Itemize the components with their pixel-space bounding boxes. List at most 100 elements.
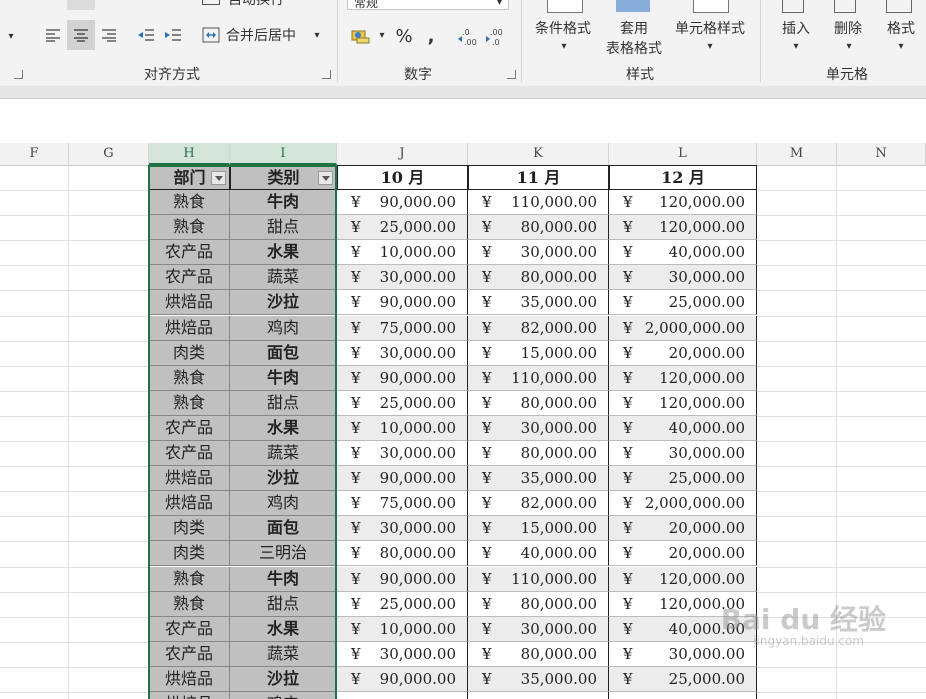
amount-cell[interactable]: ¥90,000.00	[337, 466, 468, 491]
category-cell[interactable]: 水果	[230, 416, 337, 441]
amount-cell[interactable]: ¥25,000.00	[609, 667, 757, 692]
amount-cell[interactable]: ¥120,000.00	[609, 190, 757, 215]
amount-cell[interactable]: ¥30,000.00	[609, 642, 757, 667]
dept-cell[interactable]: 农产品	[149, 441, 230, 466]
amount-cell[interactable]: ¥35,000.00	[468, 667, 609, 692]
category-cell[interactable]: 面包	[230, 341, 337, 366]
align-left-button[interactable]	[40, 22, 66, 48]
category-cell[interactable]: 蔬菜	[230, 441, 337, 466]
amount-cell[interactable]: ¥80,000.00	[468, 441, 609, 466]
amount-cell[interactable]: ¥25,000.00	[337, 215, 468, 240]
amount-cell[interactable]: ¥10,000.00	[337, 416, 468, 441]
dept-cell[interactable]: 肉类	[149, 341, 230, 366]
column-header-k[interactable]: K	[468, 143, 609, 165]
amount-cell[interactable]: ¥75,000.00	[337, 491, 468, 516]
amount-cell[interactable]: ¥80,000.00	[468, 642, 609, 667]
column-header-l[interactable]: L	[609, 143, 757, 165]
category-cell[interactable]: 甜点	[230, 592, 337, 617]
dept-cell[interactable]: 熟食	[149, 366, 230, 391]
table-format-button[interactable]: 套用 表格格式	[596, 18, 672, 58]
percent-button[interactable]: %	[392, 24, 416, 48]
amount-cell[interactable]: ¥15,000.00	[468, 341, 609, 366]
amount-cell[interactable]	[609, 692, 757, 699]
amount-cell[interactable]: ¥30,000.00	[609, 441, 757, 466]
amount-cell[interactable]: ¥120,000.00	[609, 391, 757, 416]
insert-dropdown[interactable]: ▾	[789, 38, 803, 54]
number-launcher-icon[interactable]	[507, 70, 516, 79]
amount-cell[interactable]	[468, 692, 609, 699]
amount-cell[interactable]: ¥30,000.00	[609, 265, 757, 290]
dept-cell[interactable]: 熟食	[149, 190, 230, 215]
filter-dropdown-icon[interactable]	[211, 171, 226, 185]
category-cell[interactable]: 三明治	[230, 541, 337, 566]
amount-cell[interactable]: ¥25,000.00	[609, 290, 757, 315]
amount-cell[interactable]: ¥30,000.00	[337, 642, 468, 667]
table-header-cell[interactable]: 类别	[230, 165, 337, 190]
conditional-format-dropdown[interactable]: ▾	[557, 38, 571, 54]
amount-cell[interactable]: ¥20,000.00	[609, 516, 757, 541]
amount-cell[interactable]: ¥30,000.00	[337, 265, 468, 290]
column-header-m[interactable]: M	[757, 143, 837, 165]
amount-cell[interactable]: ¥120,000.00	[609, 567, 757, 592]
delete-dropdown[interactable]: ▾	[842, 38, 856, 54]
dept-cell[interactable]: 烘焙品	[149, 466, 230, 491]
format-button[interactable]: 格式	[878, 18, 924, 38]
category-cell[interactable]: 甜点	[230, 391, 337, 416]
table-header-cell[interactable]: 10 月	[337, 165, 468, 190]
category-cell[interactable]: 沙拉	[230, 290, 337, 315]
amount-cell[interactable]: ¥20,000.00	[609, 541, 757, 566]
amount-cell[interactable]: ¥30,000.00	[337, 516, 468, 541]
conditional-format-button[interactable]: 条件格式	[528, 18, 598, 38]
amount-cell[interactable]	[337, 692, 468, 699]
align-settings-launcher-icon[interactable]	[322, 70, 331, 79]
dept-cell[interactable]: 烘焙品	[149, 290, 230, 315]
align-center-button[interactable]	[67, 20, 95, 50]
category-cell[interactable]: 牛肉	[230, 567, 337, 592]
category-cell[interactable]: 水果	[230, 617, 337, 642]
amount-cell[interactable]: ¥40,000.00	[609, 240, 757, 265]
amount-cell[interactable]: ¥2,000,000.00	[609, 491, 757, 516]
amount-cell[interactable]: ¥90,000.00	[337, 567, 468, 592]
amount-cell[interactable]: ¥25,000.00	[337, 391, 468, 416]
column-header-f[interactable]: F	[0, 143, 69, 165]
amount-cell[interactable]: ¥90,000.00	[337, 667, 468, 692]
decrease-indent-button[interactable]	[133, 22, 159, 48]
amount-cell[interactable]: ¥82,000.00	[468, 491, 609, 516]
dept-cell[interactable]: 熟食	[149, 592, 230, 617]
amount-cell[interactable]: ¥80,000.00	[337, 541, 468, 566]
amount-cell[interactable]: ¥10,000.00	[337, 617, 468, 642]
dept-cell[interactable]: 农产品	[149, 617, 230, 642]
amount-cell[interactable]: ¥40,000.00	[609, 416, 757, 441]
filter-dropdown-icon[interactable]	[318, 171, 333, 185]
dept-cell[interactable]: 烘焙品	[149, 667, 230, 692]
category-cell[interactable]: 鸡肉	[230, 316, 337, 341]
amount-cell[interactable]: ¥30,000.00	[468, 240, 609, 265]
amount-cell[interactable]: ¥110,000.00	[468, 190, 609, 215]
amount-cell[interactable]: ¥90,000.00	[337, 366, 468, 391]
dept-cell[interactable]: 烘焙品	[149, 491, 230, 516]
category-cell[interactable]: 鸡肉	[230, 491, 337, 516]
category-cell[interactable]: 鸡肉	[230, 692, 337, 699]
align-launcher-icon[interactable]	[14, 70, 23, 79]
wrap-text-button[interactable]: 自动换行	[202, 0, 302, 8]
merge-center-dropdown[interactable]: ▾	[310, 26, 324, 44]
formula-bar-area[interactable]	[0, 99, 926, 144]
align-right-button[interactable]	[96, 22, 122, 48]
amount-cell[interactable]: ¥82,000.00	[468, 316, 609, 341]
amount-cell[interactable]: ¥110,000.00	[468, 366, 609, 391]
amount-cell[interactable]: ¥15,000.00	[468, 516, 609, 541]
category-cell[interactable]: 牛肉	[230, 190, 337, 215]
comma-button[interactable]: ,	[420, 24, 442, 48]
dept-cell[interactable]: 农产品	[149, 265, 230, 290]
category-cell[interactable]: 沙拉	[230, 466, 337, 491]
insert-button[interactable]: 插入	[772, 18, 820, 38]
amount-cell[interactable]: ¥35,000.00	[468, 466, 609, 491]
amount-cell[interactable]: ¥30,000.00	[468, 617, 609, 642]
amount-cell[interactable]: ¥30,000.00	[337, 441, 468, 466]
amount-cell[interactable]: ¥90,000.00	[337, 190, 468, 215]
amount-cell[interactable]: ¥25,000.00	[609, 466, 757, 491]
amount-cell[interactable]: ¥120,000.00	[609, 215, 757, 240]
dept-cell[interactable]: 熟食	[149, 215, 230, 240]
align-middle-button[interactable]	[96, 0, 122, 10]
format-dropdown[interactable]: ▾	[894, 38, 908, 54]
